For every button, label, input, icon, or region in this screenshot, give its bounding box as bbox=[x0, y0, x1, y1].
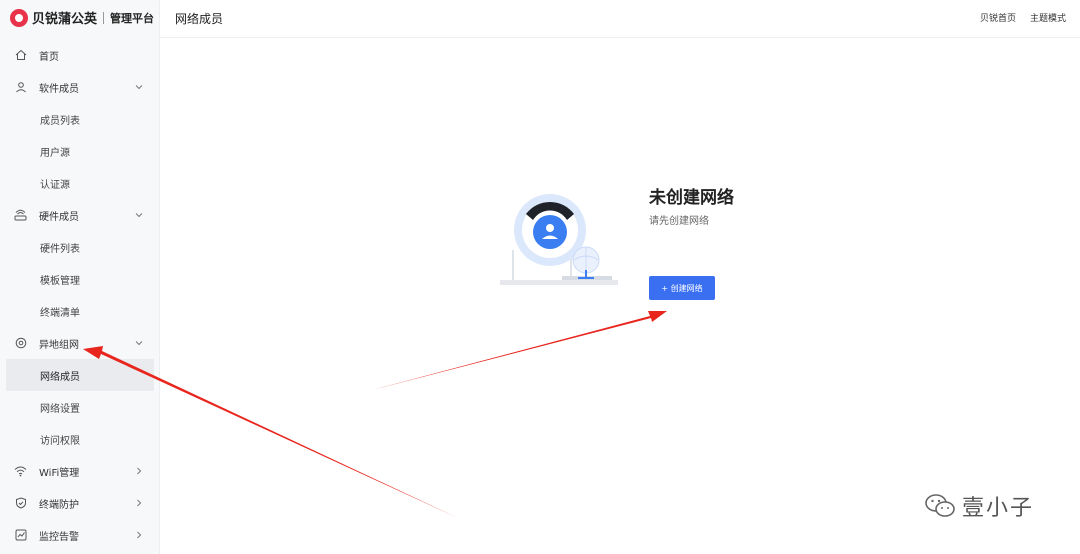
menu-item-user-source[interactable]: 用户源 bbox=[0, 135, 159, 167]
monitor-chart-icon bbox=[14, 529, 27, 542]
menu-item-auth-source[interactable]: 认证源 bbox=[0, 167, 159, 199]
menu-item-wifi[interactable]: WiFi管理 bbox=[0, 455, 159, 487]
home-icon bbox=[14, 49, 27, 62]
create-network-button[interactable]: + 创建网络 bbox=[649, 276, 715, 300]
network-icon bbox=[14, 337, 27, 350]
watermark-text: 壹小子 bbox=[962, 496, 1035, 521]
menu-label-software: 软件成员 bbox=[39, 83, 79, 95]
menu-label-monitor-alert: 监控告警 bbox=[39, 531, 79, 543]
chevron-down-icon bbox=[135, 213, 143, 218]
menu-label-wifi: WiFi管理 bbox=[39, 467, 80, 479]
wifi-icon bbox=[14, 465, 27, 478]
empty-state-description: 请先创建网络 bbox=[649, 216, 709, 227]
user-icon bbox=[14, 81, 27, 94]
brand[interactable]: 贝锐蒲公英 管理平台 bbox=[0, 0, 159, 35]
router-icon bbox=[14, 209, 27, 222]
chevron-down-icon bbox=[135, 341, 143, 346]
menu-item-monitor-alert[interactable]: 监控告警 bbox=[0, 519, 159, 551]
menu-item-network-members[interactable]: 网络成员 bbox=[6, 359, 154, 391]
menu-item-template-manage[interactable]: 模板管理 bbox=[0, 263, 159, 295]
menu-item-network-settings[interactable]: 网络设置 bbox=[0, 391, 159, 423]
menu-item-endpoint-protection[interactable]: 终端防护 bbox=[0, 487, 159, 519]
menu-item-home[interactable]: 首页 bbox=[0, 39, 159, 71]
sidebar-menu: 首页 软件成员 成员列表 用户源 认证源 硬件成员 硬件列表 模板管理 终端清单… bbox=[0, 39, 159, 551]
header-link-theme[interactable]: 主题模式 bbox=[1030, 11, 1066, 24]
page-title: 网络成员 bbox=[175, 12, 224, 26]
empty-state-title: 未创建网络 bbox=[649, 188, 734, 208]
menu-label-remote-network: 异地组网 bbox=[39, 339, 79, 351]
menu-item-access-rights[interactable]: 访问权限 bbox=[0, 423, 159, 455]
annotation-arrow-to-create-button bbox=[376, 311, 667, 389]
top-header: 网络成员 贝锐首页 主题模式 bbox=[160, 0, 1080, 38]
menu-label-hardware: 硬件成员 bbox=[39, 211, 79, 223]
chevron-right-icon bbox=[137, 499, 142, 507]
menu-label-endpoint-protection: 终端防护 bbox=[39, 499, 79, 511]
menu-item-member-list[interactable]: 成员列表 bbox=[0, 103, 159, 135]
menu-item-hardware-list[interactable]: 硬件列表 bbox=[0, 231, 159, 263]
sidebar: 贝锐蒲公英 管理平台 首页 软件成员 成员列表 用户源 认证源 硬件成员 硬件列… bbox=[0, 0, 160, 554]
chevron-right-icon bbox=[137, 467, 142, 475]
menu-label-home: 首页 bbox=[39, 51, 59, 63]
header-link-home[interactable]: 贝锐首页 bbox=[980, 11, 1016, 24]
brand-divider bbox=[103, 11, 105, 24]
brand-subtitle: 管理平台 bbox=[110, 11, 155, 25]
header-links: 贝锐首页 主题模式 bbox=[980, 11, 1066, 24]
shield-icon bbox=[14, 497, 27, 510]
watermark: 壹小子 bbox=[924, 490, 1034, 522]
menu-item-terminal-list[interactable]: 终端清单 bbox=[0, 295, 159, 327]
brand-name: 贝锐蒲公英 bbox=[32, 12, 98, 27]
empty-network-illustration bbox=[500, 194, 618, 285]
menu-item-hardware[interactable]: 硬件成员 bbox=[0, 199, 159, 231]
chevron-down-icon bbox=[135, 85, 143, 90]
menu-item-software[interactable]: 软件成员 bbox=[0, 71, 159, 103]
menu-item-remote-network[interactable]: 异地组网 bbox=[0, 327, 159, 359]
wechat-icon bbox=[925, 494, 955, 517]
chevron-right-icon bbox=[137, 531, 142, 539]
brand-logo-icon bbox=[10, 8, 28, 27]
